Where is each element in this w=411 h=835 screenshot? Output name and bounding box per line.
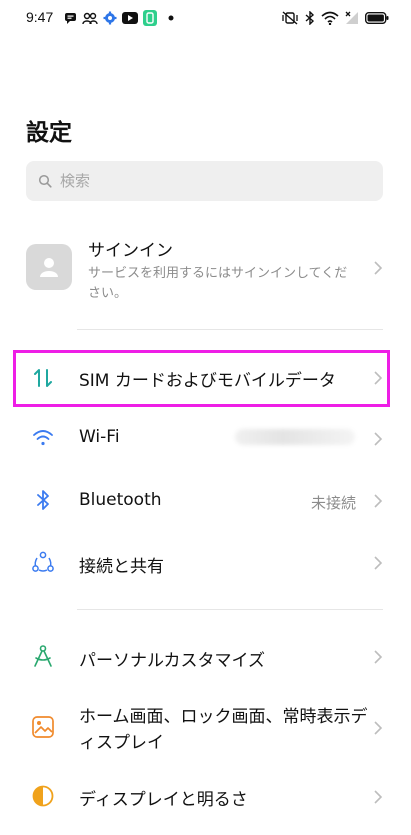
chevron-right-icon	[374, 721, 383, 735]
wifi-icon	[30, 425, 56, 451]
sign-in-row[interactable]: サインイン サービスを利用するにはサインインしてください。	[26, 228, 383, 308]
sign-in-title: サインイン	[88, 241, 173, 261]
menu-item-label: パーソナルカスタマイズ	[79, 651, 265, 671]
divider	[77, 609, 383, 610]
gear-icon	[103, 11, 117, 25]
bluetooth-status: 未接続	[310, 494, 356, 512]
chevron-right-icon	[374, 556, 383, 570]
chevron-right-icon	[374, 650, 383, 664]
status-bar: 9:47	[0, 0, 411, 36]
chevron-right-icon	[374, 261, 383, 275]
system-icons	[281, 9, 389, 27]
share-nodes-icon	[30, 549, 56, 575]
menu-item-bluetooth[interactable]: Bluetooth 未接続	[0, 472, 411, 528]
mute-vibrate-icon	[281, 11, 299, 25]
menu-item-label: ホーム画面、ロック画面、常時表示ディスプレイ	[79, 707, 368, 753]
menu-item-label: 接続と共有	[79, 557, 164, 577]
divider	[77, 329, 383, 330]
wallpaper-icon	[30, 714, 56, 740]
sign-in-subtitle: サービスを利用するにはサインインしてください。	[88, 266, 348, 301]
chevron-right-icon	[374, 432, 383, 446]
menu-item-home-lock-aod[interactable]: ホーム画面、ロック画面、常時表示ディスプレイ	[0, 698, 411, 760]
menu-item-label: Wi-Fi	[79, 427, 120, 447]
search-icon	[38, 174, 52, 188]
avatar	[26, 244, 72, 290]
bluetooth-icon	[305, 11, 315, 25]
menu-item-personalization[interactable]: パーソナルカスタマイズ	[0, 628, 411, 684]
menu-item-wifi[interactable]: Wi-Fi	[0, 410, 411, 466]
brightness-icon	[30, 783, 56, 809]
chevron-right-icon	[374, 790, 383, 804]
compass-icon	[30, 643, 56, 669]
battery-icon	[365, 12, 389, 24]
dot-icon	[168, 15, 174, 21]
wifi-icon	[321, 11, 339, 25]
redacted-network-name	[235, 429, 355, 445]
menu-item-label: Bluetooth	[79, 490, 162, 510]
message-icon	[64, 12, 77, 25]
search-input[interactable]	[60, 172, 340, 190]
no-signal-icon	[345, 11, 359, 25]
page-title: 設定	[26, 120, 72, 146]
menu-item-connection-sharing[interactable]: 接続と共有	[0, 534, 411, 590]
people-icon	[82, 12, 98, 25]
status-time: 9:47	[26, 9, 54, 25]
menu-item-display-brightness[interactable]: ディスプレイと明るさ	[0, 768, 411, 824]
bluetooth-icon	[30, 487, 56, 513]
chevron-right-icon	[374, 494, 383, 508]
youtube-icon	[122, 12, 138, 24]
notification-icons	[64, 10, 174, 26]
menu-item-label: ディスプレイと明るさ	[79, 790, 248, 810]
highlight-box	[13, 350, 390, 407]
app-icon	[143, 10, 157, 26]
search-bar[interactable]	[26, 161, 383, 201]
person-icon	[40, 258, 58, 277]
